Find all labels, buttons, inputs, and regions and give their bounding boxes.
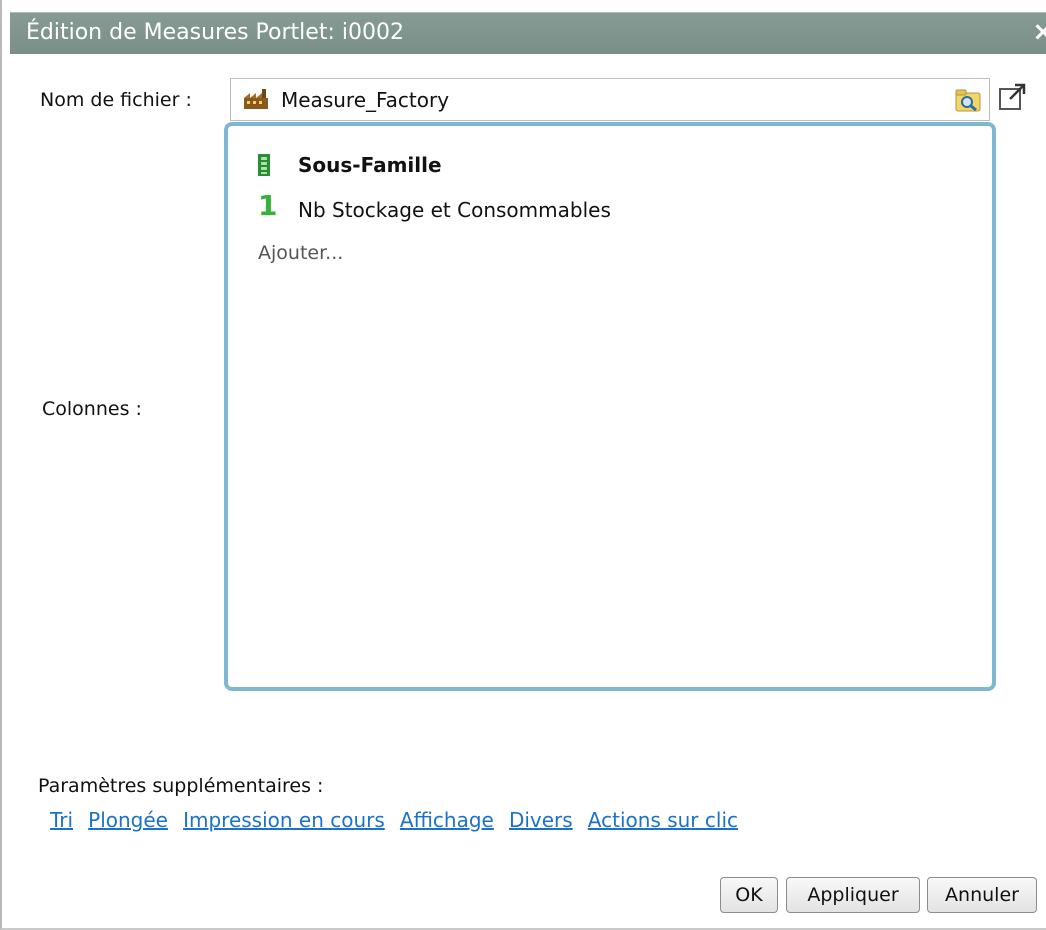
close-icon[interactable]: × <box>1032 17 1046 47</box>
add-column-link[interactable]: Ajouter... <box>258 242 343 264</box>
link-affichage[interactable]: Affichage <box>400 808 494 832</box>
columns-list[interactable]: Sous-Famille 1 Nb Stockage et Consommabl… <box>224 122 996 691</box>
open-external-icon[interactable] <box>998 83 1028 113</box>
measure-icon: 1 <box>258 189 278 222</box>
link-actions-sur-clic[interactable]: Actions sur clic <box>588 808 738 832</box>
column-label: Sous-Famille <box>298 153 442 177</box>
filename-field[interactable]: Measure_Factory <box>230 78 990 121</box>
browse-folder-icon[interactable] <box>955 87 981 113</box>
column-label: Nb Stockage et Consommables <box>298 198 611 222</box>
link-plongee[interactable]: Plongée <box>88 808 168 832</box>
link-divers[interactable]: Divers <box>509 808 573 832</box>
dimension-icon <box>258 154 270 176</box>
apply-button[interactable]: Appliquer <box>786 877 920 913</box>
extra-params-label: Paramètres supplémentaires : <box>38 775 324 797</box>
edit-portlet-dialog: Édition de Measures Portlet: i0002 × Nom… <box>0 0 1046 930</box>
columns-label: Colonnes : <box>42 398 142 420</box>
dialog-titlebar[interactable]: Édition de Measures Portlet: i0002 × <box>10 12 1046 54</box>
dialog-title: Édition de Measures Portlet: i0002 <box>26 20 404 45</box>
link-impression-en-cours[interactable]: Impression en cours <box>183 808 385 832</box>
cancel-button[interactable]: Annuler <box>927 877 1037 913</box>
factory-icon <box>244 89 268 109</box>
extra-params-links: Tri Plongée Impression en cours Affichag… <box>50 808 748 832</box>
ok-button[interactable]: OK <box>720 877 778 913</box>
filename-label: Nom de fichier : <box>40 89 192 111</box>
filename-value: Measure_Factory <box>281 88 450 112</box>
link-tri[interactable]: Tri <box>50 808 73 832</box>
